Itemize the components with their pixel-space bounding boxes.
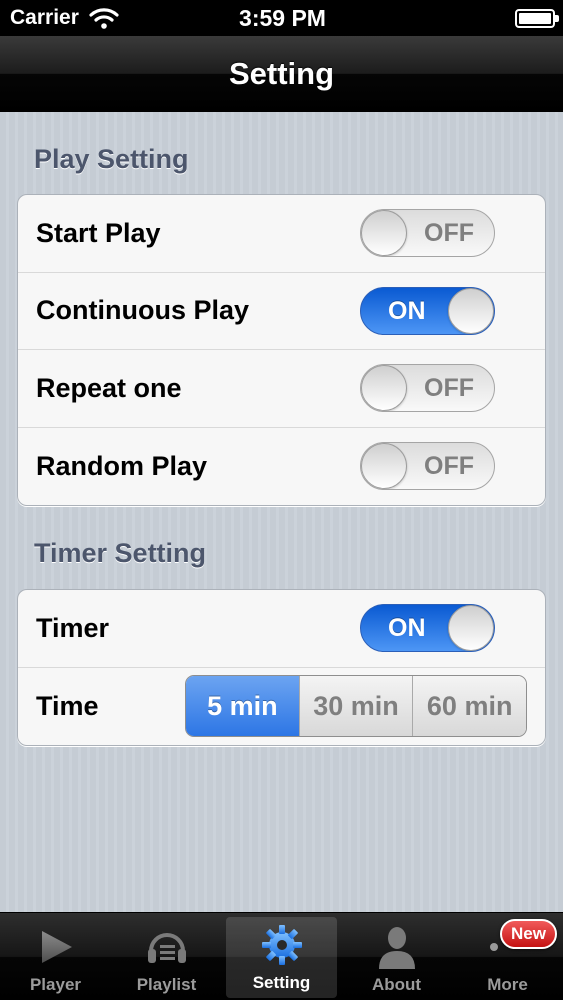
toggle-state-text: ON bbox=[388, 614, 426, 643]
toggle-knob[interactable] bbox=[361, 210, 407, 257]
timer-setting-group: Timer ON Time 5 min 30 min 60 min bbox=[17, 589, 546, 746]
gear-icon bbox=[261, 925, 302, 965]
time-row: Time 5 min 30 min 60 min bbox=[18, 668, 545, 746]
toggle-state-text: ON bbox=[388, 296, 426, 325]
tab-more[interactable]: More New bbox=[452, 913, 563, 1000]
page-title: Setting bbox=[228, 55, 335, 91]
tab-more-label: More bbox=[487, 975, 528, 994]
section-header-timer-setting: Timer Setting bbox=[34, 538, 207, 568]
new-badge: New bbox=[500, 919, 557, 949]
random-play-row: Random Play OFF bbox=[18, 428, 545, 506]
person-icon bbox=[378, 927, 415, 969]
segment-30-min[interactable]: 30 min bbox=[298, 676, 413, 737]
tab-bar: Player Playlist Setting About More New bbox=[0, 912, 563, 1000]
status-time: 3:59 PM bbox=[239, 4, 326, 31]
repeat-one-row: Repeat one OFF bbox=[18, 350, 545, 428]
start-play-row: Start Play OFF bbox=[18, 195, 545, 273]
status-bar: Carrier 3:59 PM bbox=[0, 0, 563, 36]
toggle-state-text: OFF bbox=[424, 452, 474, 481]
timer-toggle[interactable]: ON bbox=[360, 604, 495, 653]
toggle-state-text: OFF bbox=[424, 219, 474, 248]
continuous-play-label: Continuous Play bbox=[36, 295, 250, 326]
tab-about[interactable]: About bbox=[341, 913, 452, 1000]
toggle-knob[interactable] bbox=[448, 287, 494, 334]
wifi-icon bbox=[89, 8, 119, 29]
tab-setting-label: Setting bbox=[252, 973, 311, 992]
toggle-knob[interactable] bbox=[361, 443, 407, 490]
toggle-knob[interactable] bbox=[448, 605, 494, 652]
tab-about-label: About bbox=[371, 975, 422, 994]
tab-playlist-label: Playlist bbox=[136, 975, 197, 994]
start-play-label: Start Play bbox=[36, 217, 161, 248]
time-segmented-control: 5 min 30 min 60 min bbox=[185, 675, 527, 738]
segment-60-min[interactable]: 60 min bbox=[412, 676, 526, 737]
continuous-play-toggle[interactable]: ON bbox=[360, 286, 495, 335]
toggle-state-text: OFF bbox=[424, 374, 474, 403]
tab-setting[interactable]: Setting bbox=[226, 917, 337, 998]
continuous-play-row: Continuous Play ON bbox=[18, 273, 545, 350]
section-header-play-setting: Play Setting bbox=[34, 144, 189, 174]
timer-label: Timer bbox=[36, 612, 110, 643]
toggle-knob[interactable] bbox=[361, 365, 407, 412]
tab-player-label: Player bbox=[29, 975, 82, 994]
timer-row: Timer ON bbox=[18, 590, 545, 668]
tab-player[interactable]: Player bbox=[0, 913, 111, 1000]
play-icon bbox=[41, 931, 72, 963]
tab-playlist[interactable]: Playlist bbox=[111, 913, 222, 1000]
start-play-toggle[interactable]: OFF bbox=[360, 209, 495, 258]
repeat-one-toggle[interactable]: OFF bbox=[360, 364, 495, 413]
time-label: Time bbox=[36, 690, 99, 721]
play-setting-group: Start Play OFF Continuous Play ON Repeat… bbox=[17, 194, 546, 506]
random-play-label: Random Play bbox=[36, 450, 208, 481]
carrier-label: Carrier bbox=[10, 6, 79, 29]
battery-icon bbox=[515, 8, 559, 28]
navigation-bar: Setting bbox=[0, 36, 563, 112]
repeat-one-label: Repeat one bbox=[36, 372, 182, 403]
segment-5-min[interactable]: 5 min bbox=[186, 676, 299, 737]
playlist-icon bbox=[147, 933, 186, 963]
random-play-toggle[interactable]: OFF bbox=[360, 442, 495, 491]
